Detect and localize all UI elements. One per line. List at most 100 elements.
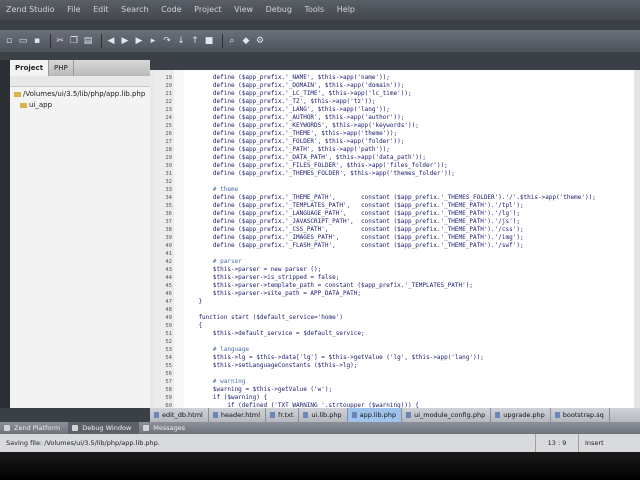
panel-tab[interactable]: Zend Platform	[0, 422, 68, 434]
step-over-icon[interactable]: ↷	[162, 36, 172, 46]
code-line[interactable]: 41	[150, 250, 640, 258]
code-line[interactable]: 47 }	[150, 298, 640, 306]
code-line[interactable]: 57 # warning	[150, 378, 640, 386]
code-line[interactable]: 37 define ($app_prefix.'_JAVASCRIPT_PATH…	[150, 218, 640, 226]
stop-icon[interactable]: ■	[204, 36, 214, 46]
code-line[interactable]: 49 function start ($default_service='hom…	[150, 314, 640, 322]
code-line[interactable]: 51 $this->default_service = $default_ser…	[150, 330, 640, 338]
file-tab[interactable]: ui_module_config.php	[402, 408, 492, 422]
code-line[interactable]: 26 define ($app_prefix.'_THEME', $this->…	[150, 130, 640, 138]
line-number: 53	[165, 347, 172, 353]
file-tab[interactable]: upgrade.php	[491, 408, 551, 422]
code-line[interactable]: 23 define ($app_prefix.'_LANG', $this->a…	[150, 106, 640, 114]
panel-tab[interactable]: Debug Window	[68, 422, 140, 434]
tree-item-path[interactable]: /Volumes/ui/3.5/lib/php/app.lib.php	[14, 89, 146, 100]
side-panel-strip[interactable]	[0, 60, 10, 408]
code-line[interactable]: 50 {	[150, 322, 640, 330]
line-number: 57	[165, 379, 172, 385]
search-icon[interactable]: ⌕	[227, 36, 237, 46]
code-line[interactable]: 30 define ($app_prefix.'_FILES_FOLDER', …	[150, 162, 640, 170]
code-line[interactable]: 42 # parser	[150, 258, 640, 266]
tree-item-ui-app[interactable]: ui_app	[14, 100, 146, 111]
file-tab[interactable]: ui.lib.php	[299, 408, 348, 422]
tab-project[interactable]: Project	[10, 60, 50, 76]
code-line[interactable]: 36 define ($app_prefix.'_LANGUAGE_PATH',…	[150, 210, 640, 218]
code-text: define ($app_prefix.'_KEYWORDS', $this->…	[184, 122, 419, 129]
menu-help[interactable]: Help	[337, 5, 355, 14]
code-line[interactable]: 52	[150, 338, 640, 346]
code-line[interactable]: 31 define ($app_prefix.'_THEMES_FOLDER',…	[150, 170, 640, 178]
menu-view[interactable]: View	[234, 5, 253, 14]
code-line[interactable]: 27 define ($app_prefix.'_FOLDER', $this-…	[150, 138, 640, 146]
project-panel: Project PHP /Volumes/ui/3.5/lib/php/app.…	[10, 60, 150, 408]
tab-php[interactable]: PHP	[49, 60, 74, 76]
code-text: $warning = $this->getValue ('w');	[184, 386, 333, 393]
cursor-position: 13 : 9	[535, 434, 579, 452]
file-tab[interactable]: bootstrap.sq	[551, 408, 610, 422]
panel-icon	[4, 425, 10, 431]
menu-edit[interactable]: Edit	[93, 5, 109, 14]
file-tab[interactable]: header.html	[209, 408, 267, 422]
main-toolbar: ▫ ▭ ▪ ✂ ❐ ▤ ◀ ▶ ▶ ▸ ↷ ↓ ↑ ■ ⌕ ◆ ⚙	[0, 30, 640, 52]
folder-icon	[20, 102, 27, 108]
paste-icon[interactable]: ▤	[83, 36, 93, 46]
panel-tab[interactable]: Messages	[139, 422, 193, 434]
code-line[interactable]: 22 define ($app_prefix.'_TZ', $this->app…	[150, 98, 640, 106]
new-file-icon[interactable]: ▫	[4, 36, 14, 46]
menu-debug[interactable]: Debug	[266, 5, 292, 14]
code-line[interactable]: 58 $warning = $this->getValue ('w');	[150, 386, 640, 394]
save-icon[interactable]: ▪	[32, 36, 42, 46]
settings-icon[interactable]: ⚙	[255, 36, 265, 46]
code-text: define ($app_prefix.'_DATA_PATH', $this-…	[184, 154, 427, 161]
file-tab[interactable]: app.lib.php	[347, 408, 403, 422]
open-file-icon[interactable]: ▭	[18, 36, 28, 46]
step-into-icon[interactable]: ↓	[176, 36, 186, 46]
code-line[interactable]: 46 $this->parser->site_path = APP_DATA_P…	[150, 290, 640, 298]
code-line[interactable]: 24 define ($app_prefix.'_AUTHOR', $this-…	[150, 114, 640, 122]
menu-search[interactable]: Search	[121, 5, 148, 14]
code-line[interactable]: 56	[150, 370, 640, 378]
menu-project[interactable]: Project	[194, 5, 221, 14]
menu-tools[interactable]: Tools	[304, 5, 324, 14]
code-line[interactable]: 39 define ($app_prefix.'_IMAGES_PATH', c…	[150, 234, 640, 242]
forward-icon[interactable]: ▶	[120, 36, 130, 46]
file-tab[interactable]: edit_db.html	[150, 408, 209, 422]
code-line[interactable]: 53 # language	[150, 346, 640, 354]
file-tab[interactable]: fr.txt	[266, 408, 300, 422]
code-line[interactable]: 21 define ($app_prefix.'_LC_TIME', $this…	[150, 90, 640, 98]
code-line[interactable]: 25 define ($app_prefix.'_KEYWORDS', $thi…	[150, 122, 640, 130]
code-line[interactable]: 43 $this->parser = new parser ();	[150, 266, 640, 274]
code-line[interactable]: 33 # theme	[150, 186, 640, 194]
code-line[interactable]: 40 define ($app_prefix.'_FLASH_PATH', co…	[150, 242, 640, 250]
status-bar: Saving file: /Volumes/ui/3.5/lib/php/app…	[0, 434, 640, 452]
copy-icon[interactable]: ❐	[69, 36, 79, 46]
code-line[interactable]: 32	[150, 178, 640, 186]
line-number: 42	[165, 259, 172, 265]
code-line[interactable]: 44 $this->parser->is_stripped = false;	[150, 274, 640, 282]
cut-icon[interactable]: ✂	[55, 36, 65, 46]
vertical-scrollbar[interactable]	[634, 70, 640, 408]
code-line[interactable]: 59 if ($warning) {	[150, 394, 640, 402]
monitor-bezel	[0, 452, 640, 480]
panel-tab-label: Zend Platform	[14, 424, 61, 432]
code-line[interactable]: 45 $this->parser->template_path = consta…	[150, 282, 640, 290]
bookmark-icon[interactable]: ◆	[241, 36, 251, 46]
debug-icon[interactable]: ▸	[148, 36, 158, 46]
code-line[interactable]: 34 define ($app_prefix.'_THEME_PATH', co…	[150, 194, 640, 202]
code-editor[interactable]: 19 define ($app_prefix.'_NAME', $this->a…	[150, 70, 640, 408]
step-out-icon[interactable]: ↑	[190, 36, 200, 46]
menu-code[interactable]: Code	[161, 5, 181, 14]
code-line[interactable]: 20 define ($app_prefix.'_DOMAIN', $this-…	[150, 82, 640, 90]
code-line[interactable]: 29 define ($app_prefix.'_DATA_PATH', $th…	[150, 154, 640, 162]
code-line[interactable]: 48	[150, 306, 640, 314]
code-line[interactable]: 54 $this->lg = $this->data['lg'] = $this…	[150, 354, 640, 362]
code-line[interactable]: 35 define ($app_prefix.'_TEMPLATES_PATH'…	[150, 202, 640, 210]
run-icon[interactable]: ▶	[134, 36, 144, 46]
code-line[interactable]: 28 define ($app_prefix.'_PATH', $this->a…	[150, 146, 640, 154]
code-line[interactable]: 38 define ($app_prefix.'_CSS_PATH', cons…	[150, 226, 640, 234]
menu-file[interactable]: File	[67, 5, 80, 14]
code-text: $this->parser->is_stripped = false;	[184, 274, 340, 281]
back-icon[interactable]: ◀	[106, 36, 116, 46]
code-line[interactable]: 55 $this->setLanguageConstants ($this->l…	[150, 362, 640, 370]
code-line[interactable]: 19 define ($app_prefix.'_NAME', $this->a…	[150, 74, 640, 82]
